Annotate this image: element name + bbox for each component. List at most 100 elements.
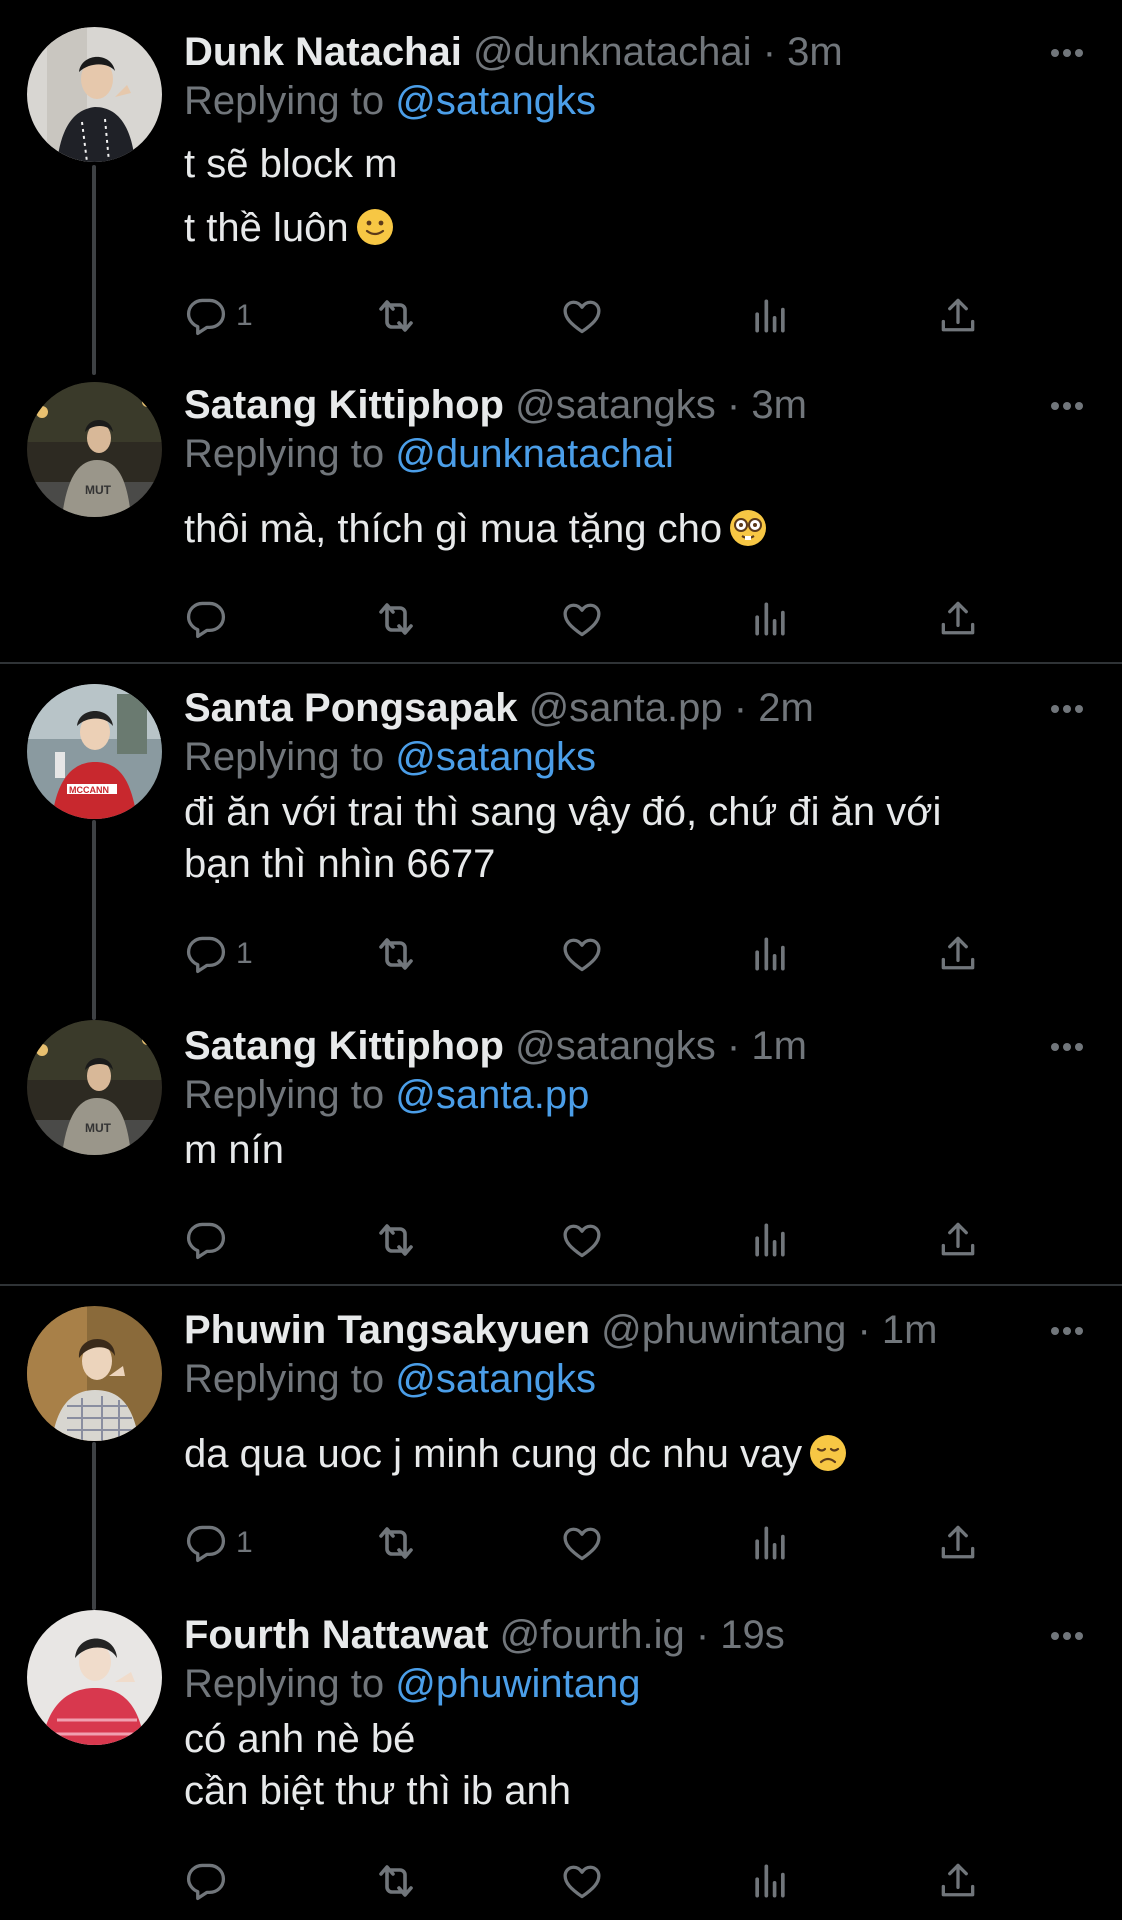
- user-handle[interactable]: @phuwintang: [601, 1308, 846, 1352]
- views-button[interactable]: [748, 1216, 792, 1264]
- replying-to: Replying to @santa.pp: [184, 1070, 1082, 1120]
- share-button[interactable]: [936, 595, 980, 643]
- share-icon: [936, 1218, 980, 1262]
- reply-count: 1: [236, 1526, 253, 1559]
- user-handle[interactable]: @dunknatachai: [473, 30, 752, 74]
- like-button[interactable]: [560, 1857, 604, 1905]
- views-button[interactable]: [748, 930, 792, 978]
- more-options-icon[interactable]: [1050, 1040, 1084, 1052]
- replying-to: Replying to @phuwintang: [184, 1659, 1082, 1709]
- more-options-icon[interactable]: [1050, 702, 1084, 714]
- views-button[interactable]: [748, 1519, 792, 1567]
- display-name[interactable]: Satang Kittiphop: [184, 1024, 504, 1068]
- retweet-button[interactable]: [372, 1857, 420, 1905]
- avatar[interactable]: [27, 1610, 162, 1745]
- reply-button[interactable]: [184, 1216, 236, 1264]
- heart-icon: [560, 932, 604, 976]
- replying-to: Replying to @satangks: [184, 76, 1082, 126]
- like-button[interactable]: [560, 292, 604, 340]
- timestamp[interactable]: 3m: [751, 383, 807, 427]
- heart-icon: [560, 1859, 604, 1903]
- replying-to-label: Replying to: [184, 432, 385, 476]
- heart-icon: [560, 1218, 604, 1262]
- share-icon: [936, 294, 980, 338]
- retweet-button[interactable]: [372, 1519, 420, 1567]
- separator-dot: ·: [726, 1024, 741, 1068]
- mention-link[interactable]: @phuwintang: [395, 1662, 640, 1706]
- display-name[interactable]: Satang Kittiphop: [184, 383, 504, 427]
- views-button[interactable]: [748, 292, 792, 340]
- tweet-text-line-1: t sẽ block m: [184, 142, 398, 186]
- reply-button[interactable]: [184, 1857, 236, 1905]
- share-button[interactable]: [936, 292, 980, 340]
- bar-chart-icon: [748, 294, 792, 338]
- retweet-icon: [372, 595, 420, 643]
- reply-button[interactable]: 1: [184, 930, 253, 978]
- display-name[interactable]: Fourth Nattawat: [184, 1613, 488, 1657]
- nerd-face-icon: [728, 508, 768, 548]
- retweet-icon: [372, 1216, 420, 1264]
- timestamp[interactable]: 19s: [720, 1613, 785, 1657]
- display-name[interactable]: Dunk Natachai: [184, 30, 462, 74]
- timestamp[interactable]: 1m: [751, 1024, 807, 1068]
- replying-to: Replying to @satangks: [184, 732, 1082, 782]
- retweet-button[interactable]: [372, 1216, 420, 1264]
- user-handle[interactable]: @satangks: [515, 1024, 716, 1068]
- svg-text:MUT: MUT: [85, 1121, 112, 1135]
- reply-icon: [184, 932, 228, 976]
- mention-link[interactable]: @satangks: [395, 79, 596, 123]
- tweet-text-line-2: t thề luôn: [184, 206, 349, 250]
- user-handle[interactable]: @santa.pp: [529, 686, 723, 730]
- tweet-header: Satang Kittiphop @satangks · 3m: [184, 381, 1082, 429]
- timestamp[interactable]: 1m: [882, 1308, 938, 1352]
- share-button[interactable]: [936, 1519, 980, 1567]
- views-button[interactable]: [748, 595, 792, 643]
- user-handle[interactable]: @satangks: [515, 383, 716, 427]
- mention-link[interactable]: @santa.pp: [395, 1073, 589, 1117]
- retweet-button[interactable]: [372, 292, 420, 340]
- display-name[interactable]: Phuwin Tangsakyuen: [184, 1308, 590, 1352]
- like-button[interactable]: [560, 595, 604, 643]
- reply-button[interactable]: 1: [184, 292, 253, 340]
- bar-chart-icon: [748, 1218, 792, 1262]
- avatar[interactable]: MCCANN: [27, 684, 162, 819]
- mention-link[interactable]: @satangks: [395, 1357, 596, 1401]
- share-button[interactable]: [936, 930, 980, 978]
- like-button[interactable]: [560, 1216, 604, 1264]
- thread-divider: [0, 662, 1122, 664]
- reply-button[interactable]: [184, 595, 236, 643]
- share-icon: [936, 1521, 980, 1565]
- tweet-actions: 1: [184, 930, 984, 978]
- more-options-icon[interactable]: [1050, 1629, 1084, 1641]
- like-button[interactable]: [560, 1519, 604, 1567]
- separator-dot: ·: [733, 686, 748, 730]
- display-name[interactable]: Santa Pongsapak: [184, 686, 517, 730]
- avatar[interactable]: [27, 27, 162, 162]
- disappointed-face-icon: [808, 1433, 848, 1473]
- retweet-button[interactable]: [372, 930, 420, 978]
- tweet-header: Phuwin Tangsakyuen @phuwintang · 1m: [184, 1306, 1082, 1354]
- replying-to: Replying to @satangks: [184, 1354, 1082, 1404]
- like-button[interactable]: [560, 930, 604, 978]
- mention-link[interactable]: @satangks: [395, 735, 596, 779]
- avatar[interactable]: [27, 1306, 162, 1441]
- avatar[interactable]: MUT: [27, 382, 162, 517]
- timestamp[interactable]: 3m: [787, 30, 843, 74]
- timestamp[interactable]: 2m: [758, 686, 814, 730]
- retweet-button[interactable]: [372, 595, 420, 643]
- avatar[interactable]: MUT: [27, 1020, 162, 1155]
- replying-to-label: Replying to: [184, 79, 385, 123]
- more-options-icon[interactable]: [1050, 1324, 1084, 1336]
- views-button[interactable]: [748, 1857, 792, 1905]
- share-button[interactable]: [936, 1857, 980, 1905]
- mention-link[interactable]: @dunknatachai: [395, 432, 674, 476]
- more-options-icon[interactable]: [1050, 399, 1084, 411]
- more-options-icon[interactable]: [1050, 46, 1084, 58]
- user-handle[interactable]: @fourth.ig: [500, 1613, 685, 1657]
- replying-to-label: Replying to: [184, 1662, 385, 1706]
- reply-button[interactable]: 1: [184, 1519, 253, 1567]
- reply-count: 1: [236, 299, 253, 332]
- reply-icon: [184, 1218, 228, 1262]
- tweet-text-content: da qua uoc j minh cung dc nhu vay: [184, 1432, 803, 1476]
- share-button[interactable]: [936, 1216, 980, 1264]
